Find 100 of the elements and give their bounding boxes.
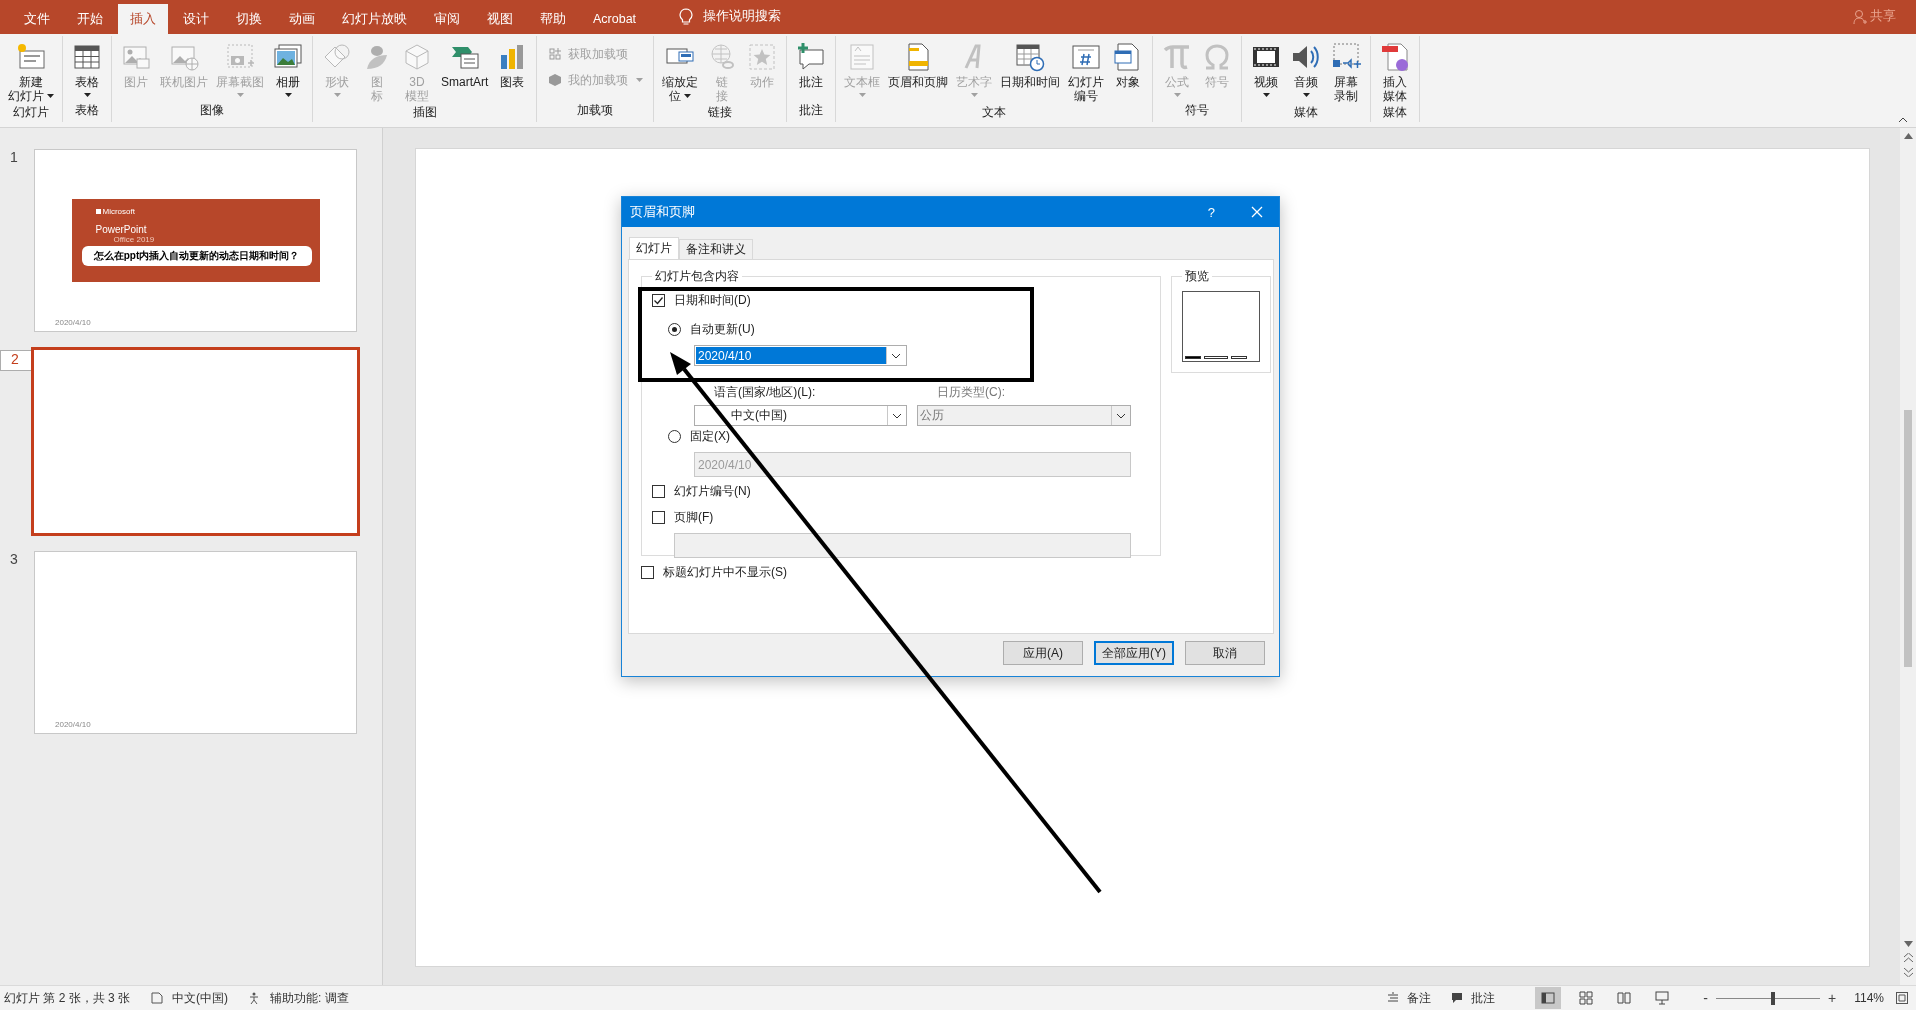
ribbon-button[interactable]: 屏幕 录制 xyxy=(1326,40,1367,104)
number-placeholder xyxy=(1231,356,1247,359)
ribbon-tab[interactable]: 切换 xyxy=(224,4,274,34)
ribbon-button[interactable]: 图表 xyxy=(492,40,533,90)
comments-button[interactable]: 批注 xyxy=(1471,989,1496,1007)
ribbon-tab[interactable]: 文件 xyxy=(12,4,62,34)
slide-number: 2 xyxy=(0,350,34,371)
dropdown-value: 2020/4/10 xyxy=(696,347,886,364)
ribbon-tab[interactable]: 审阅 xyxy=(422,4,472,34)
ribbon-button[interactable]: 相册 xyxy=(268,40,308,98)
group-label: 媒体 xyxy=(1383,104,1408,121)
zoom-in-button[interactable]: + xyxy=(1828,990,1837,1006)
product-name: PowerPoint xyxy=(95,224,148,235)
spellcheck-icon[interactable] xyxy=(150,991,165,1005)
lightbulb-icon xyxy=(679,8,694,26)
checkbox-label: 日期和时间(D) xyxy=(674,291,751,309)
close-icon[interactable] xyxy=(1251,206,1263,218)
dialog-title: 页眉和页脚 xyxy=(630,203,695,221)
ribbon-button[interactable]: 缩放定 位 xyxy=(658,40,703,104)
slide-thumbnail[interactable]: Microsoft PowerPoint Office 2019 怎么在ppt内插入自动更新的动态日期和时间？ 2020/4/10 xyxy=(34,149,357,332)
ribbon-tab[interactable]: 开始 xyxy=(65,4,115,34)
chevron-down-icon xyxy=(1116,412,1126,419)
group-label: 表格 xyxy=(75,102,99,119)
notes-icon xyxy=(1387,992,1400,1004)
scrollbar-thumb[interactable] xyxy=(1904,410,1912,667)
footer-text-field[interactable] xyxy=(674,533,1131,558)
chevron-down-icon xyxy=(891,352,901,359)
logo-icon xyxy=(95,209,101,214)
ribbon-button[interactable]: 新建 幻灯片 xyxy=(4,40,58,104)
dialog-button[interactable]: 应用(A) xyxy=(1003,641,1083,665)
scroll-down-icon[interactable] xyxy=(1903,941,1913,947)
field-label: 日历类型(C): xyxy=(937,384,1006,401)
group-label: 链接 xyxy=(708,104,733,121)
slide-number: 3 xyxy=(9,551,19,569)
zoom-level[interactable]: 114% xyxy=(1854,991,1884,1005)
slide-thumbnail[interactable] xyxy=(31,347,360,536)
group-label: 文本 xyxy=(982,104,1007,121)
previous-slide-icon[interactable] xyxy=(1903,953,1913,962)
checkbox-label: 标题幻灯片中不显示(S) xyxy=(663,563,787,581)
comment-icon xyxy=(1451,992,1464,1004)
ribbon-button[interactable]: 表格 xyxy=(67,40,107,98)
language-dropdown[interactable]: 中文(中国) xyxy=(694,405,907,426)
normal-view-icon[interactable] xyxy=(1535,987,1562,1009)
dialog-tab[interactable]: 备注和讲义 xyxy=(679,239,753,259)
ribbon-tab[interactable]: 设计 xyxy=(171,4,221,34)
radio-button[interactable] xyxy=(668,429,681,443)
radio-button[interactable] xyxy=(668,322,681,336)
ribbon-tab[interactable]: 插入 xyxy=(118,4,168,34)
zoom-out-button[interactable]: - xyxy=(1703,990,1708,1006)
slide-thumbnail[interactable]: 2020/4/10 xyxy=(34,551,357,734)
ribbon-button[interactable]: 批注 xyxy=(791,40,832,90)
ribbon-button[interactable]: 音频 xyxy=(1286,40,1327,98)
ribbon-button[interactable]: 日期和时间 xyxy=(996,40,1065,90)
scroll-up-icon[interactable] xyxy=(1903,133,1913,139)
date-format-dropdown[interactable]: 2020/4/10 xyxy=(694,345,907,366)
next-slide-icon[interactable] xyxy=(1903,968,1913,977)
group-label: 批注 xyxy=(799,102,824,119)
group-label: 加载项 xyxy=(577,102,614,119)
ribbon-tab[interactable]: 帮助 xyxy=(528,4,578,34)
vertical-scrollbar[interactable] xyxy=(1900,128,1916,985)
group-label: 媒体 xyxy=(1294,104,1319,121)
checkbox[interactable] xyxy=(641,565,654,579)
checkbox[interactable] xyxy=(652,510,665,524)
language-indicator[interactable]: 中文(中国) xyxy=(172,989,229,1007)
dialog-tab[interactable]: 幻灯片 xyxy=(629,237,679,259)
dropdown-value: 公历 xyxy=(919,407,945,424)
fit-to-window-icon[interactable] xyxy=(1896,992,1908,1004)
brand-text: Microsoft xyxy=(102,207,135,216)
ribbon-tab[interactable]: 幻灯片放映 xyxy=(330,4,419,34)
checkbox-label: 幻灯片编号(N) xyxy=(674,482,751,500)
footer-date: 2020/4/10 xyxy=(55,720,91,729)
help-button[interactable]: ? xyxy=(1207,204,1215,220)
notes-button[interactable]: 备注 xyxy=(1407,989,1432,1007)
ribbon-button[interactable]: SmartArt xyxy=(437,40,493,90)
ribbon-button[interactable]: 视频 xyxy=(1246,40,1287,98)
ribbon-button[interactable]: 插入 媒体 xyxy=(1375,40,1416,104)
group-label: 图像 xyxy=(200,102,224,119)
ribbon-button[interactable]: 对象 xyxy=(1108,40,1149,90)
radio-label: 固定(X) xyxy=(690,427,730,445)
checkbox[interactable] xyxy=(652,484,665,498)
dialog-button[interactable]: 全部应用(Y) xyxy=(1094,641,1174,665)
slide-title: 怎么在ppt内插入自动更新的动态日期和时间？ xyxy=(81,246,312,266)
checkbox[interactable] xyxy=(652,293,665,307)
dialog-button[interactable]: 取消 xyxy=(1185,641,1265,665)
ribbon-tab[interactable]: Acrobat xyxy=(581,4,649,34)
footer-date: 2020/4/10 xyxy=(55,318,91,327)
ribbon-tab[interactable]: 动画 xyxy=(277,4,327,34)
collapse-caret-icon[interactable] xyxy=(1898,117,1908,123)
edition-text: Office 2019 xyxy=(113,235,156,244)
tell-me-search[interactable]: 操作说明搜索 xyxy=(703,8,782,25)
ribbon-button[interactable]: 幻灯片 编号 xyxy=(1064,40,1109,104)
ribbon-button[interactable]: 页眉和页脚 xyxy=(884,40,953,90)
accessibility-status[interactable]: 辅助功能: 调查 xyxy=(270,989,349,1007)
calendar-clock-icon xyxy=(1014,41,1047,73)
cube-icon xyxy=(547,72,564,88)
checkbox-label: 页脚(F) xyxy=(674,508,714,526)
date-placeholder xyxy=(1185,356,1201,359)
group-label: 插图 xyxy=(412,104,437,121)
ribbon-tab[interactable]: 视图 xyxy=(475,4,525,34)
chevron-down-icon xyxy=(892,412,902,419)
